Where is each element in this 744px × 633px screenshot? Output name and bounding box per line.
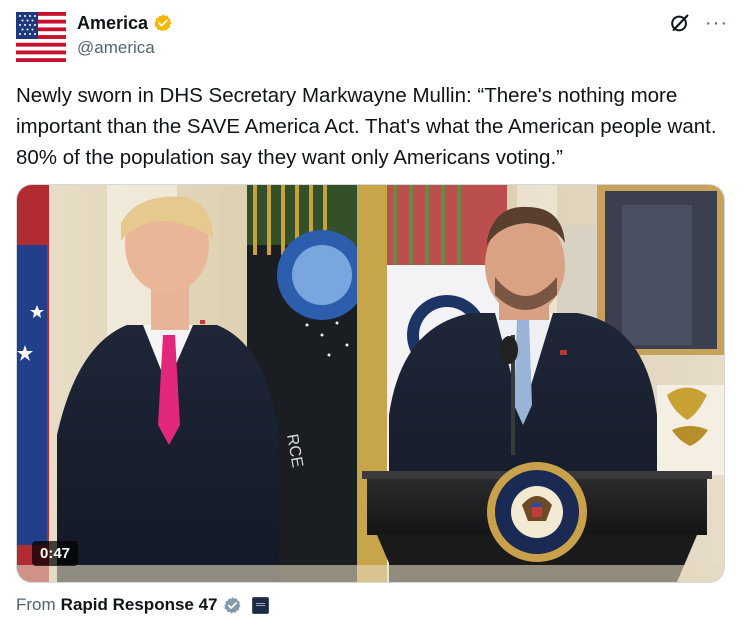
author-name-row: America [77,12,173,34]
video-player[interactable]: RCE [16,184,725,583]
more-options-icon[interactable]: ··· [705,13,728,33]
video-duration: 0:47 [32,541,79,566]
author-handle[interactable]: @america [77,38,155,58]
tweet-text: Newly sworn in DHS Secretary Markwayne M… [16,84,723,169]
video-thumbnail: RCE [17,185,724,582]
gray-verified-icon [223,596,241,613]
grok-icon[interactable] [669,12,691,34]
video-source: From Rapid Response 47 [16,595,269,615]
tweet-post: America @america ··· Newly sworn in DHS … [0,0,744,633]
author-display-name[interactable]: America [77,12,148,34]
header-actions: ··· [669,12,728,34]
from-label: From [16,595,56,614]
affiliate-icon[interactable] [251,596,269,614]
gold-verified-icon[interactable] [153,13,173,33]
us-flag-avatar-icon [16,12,66,62]
avatar[interactable] [16,12,66,62]
source-account-link[interactable]: Rapid Response 47 [61,595,218,615]
